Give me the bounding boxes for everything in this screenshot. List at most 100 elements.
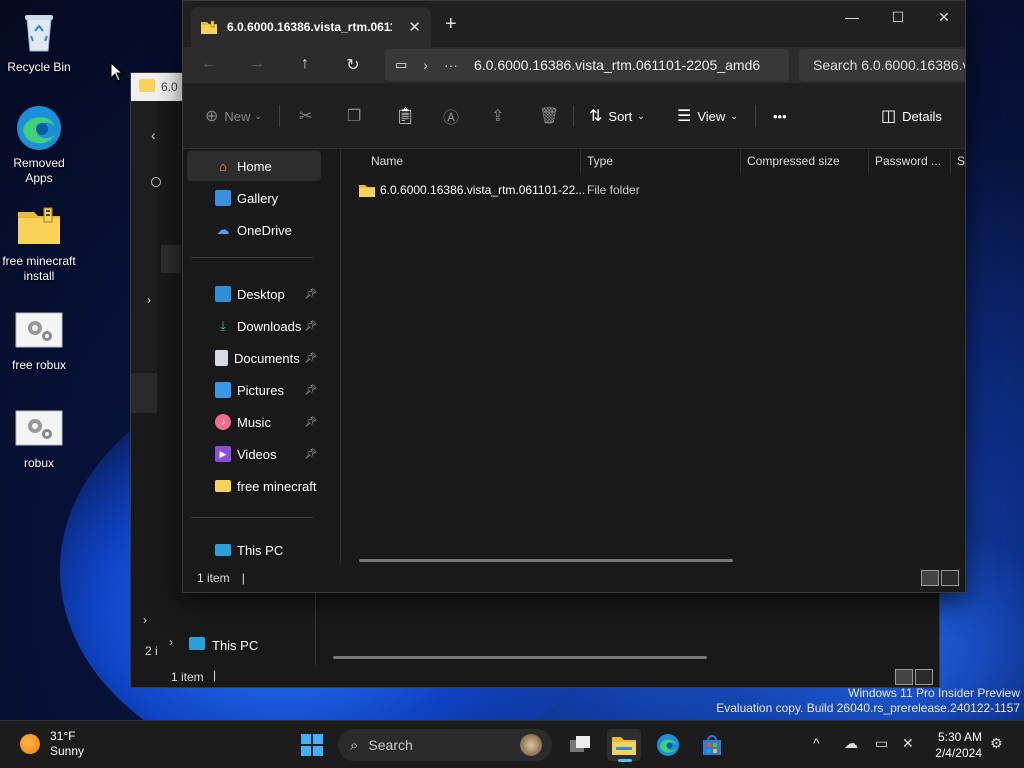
- desktop-icon-robux[interactable]: robux: [1, 404, 77, 471]
- tiles-view-button[interactable]: [941, 570, 959, 586]
- copy-button[interactable]: ❐: [347, 105, 367, 127]
- desktop-icon-free-robux[interactable]: free robux: [1, 306, 77, 373]
- back-arrow-icon[interactable]: ←: [197, 55, 221, 75]
- copy-icon: ❐: [347, 108, 362, 125]
- chevron-right-icon[interactable]: ›: [143, 613, 147, 627]
- new-button[interactable]: ⊕ New ⌄: [205, 105, 262, 127]
- nav-item-downloads[interactable]: ⤓ Downloads 📌︎: [187, 311, 321, 341]
- nav-item-this-pc[interactable]: › This PC: [187, 535, 321, 565]
- music-icon: ♪: [215, 414, 231, 430]
- folder-icon: [139, 79, 155, 92]
- settings-file-icon: [15, 306, 63, 354]
- explorer-window[interactable]: 6.0.6000.16386.vista_rtm.06110 ✕ + — ☐ ✕…: [182, 0, 966, 593]
- chevron-right-icon[interactable]: ›: [169, 635, 173, 649]
- task-view-button[interactable]: [564, 729, 598, 761]
- address-path[interactable]: 6.0.6000.16386.vista_rtm.061101-2205_amd…: [474, 57, 760, 73]
- nav-item-music[interactable]: ♪ Music 📌︎: [187, 407, 321, 437]
- sort-ascending-icon: ⌃: [469, 149, 477, 155]
- pin-icon[interactable]: 📌︎: [304, 385, 317, 396]
- refresh-icon[interactable]: ↻: [341, 55, 365, 75]
- nav-item-home[interactable]: ⌂ Home: [187, 151, 321, 181]
- table-row[interactable]: 6.0.6000.16386.vista_rtm.061101-22... Fi…: [359, 179, 640, 201]
- desktop-icon-recycle-bin[interactable]: Recycle Bin: [1, 8, 77, 75]
- breadcrumb-overflow-icon[interactable]: ···: [444, 57, 458, 73]
- forward-arrow-icon[interactable]: →: [245, 55, 269, 75]
- desktop-icon-free-minecraft-install[interactable]: free minecraft install: [1, 202, 77, 284]
- scissors-icon: ✂: [299, 108, 313, 125]
- start-button[interactable]: [295, 729, 329, 761]
- edge-icon: [657, 734, 679, 756]
- maximize-button[interactable]: ☐: [875, 1, 921, 33]
- tab-current-folder[interactable]: 6.0.6000.16386.vista_rtm.06110 ✕: [191, 7, 431, 47]
- document-icon: [215, 350, 228, 366]
- horizontal-scrollbar[interactable]: [359, 559, 733, 562]
- column-header-type[interactable]: Type: [581, 149, 741, 173]
- paste-button[interactable]: 📋︎: [395, 105, 421, 127]
- pin-icon[interactable]: 📌︎: [304, 353, 317, 364]
- details-view-button[interactable]: [921, 570, 939, 586]
- details-pane-icon: ◫: [881, 108, 897, 125]
- column-header-size[interactable]: Si: [951, 149, 965, 173]
- gallery-icon: [215, 190, 231, 206]
- trash-icon: 🗑︎: [539, 108, 560, 125]
- close-tab-icon[interactable]: ✕: [408, 18, 421, 36]
- nav-item-desktop[interactable]: Desktop 📌︎: [187, 279, 321, 309]
- store-taskbar-button[interactable]: [695, 729, 729, 761]
- nav-item-onedrive[interactable]: › ☁ OneDrive: [187, 215, 321, 245]
- nav-item-pictures[interactable]: Pictures 📌︎: [187, 375, 321, 405]
- pin-icon[interactable]: 📌︎: [304, 321, 317, 332]
- task-view-icon: [570, 736, 590, 752]
- new-tab-button[interactable]: +: [445, 13, 457, 36]
- share-button[interactable]: ⇪: [491, 105, 510, 127]
- address-bar[interactable]: ▭ › ··· 6.0.6000.16386.vista_rtm.061101-…: [385, 49, 789, 81]
- minimize-button[interactable]: —: [829, 1, 875, 33]
- search-input[interactable]: Search 6.0.6000.16386.vis: [799, 49, 965, 81]
- pin-icon[interactable]: 📌︎: [304, 449, 317, 460]
- more-options-button[interactable]: •••: [773, 105, 787, 127]
- file-list: Name ⌃ Type Compressed size Password ...…: [341, 149, 965, 564]
- nav-item-videos[interactable]: ▶ Videos 📌︎: [187, 439, 321, 469]
- home-icon: ⌂: [219, 158, 227, 174]
- clock[interactable]: 5:30 AM 2/4/2024: [930, 729, 982, 761]
- file-explorer-taskbar-button[interactable]: [607, 729, 641, 762]
- taskbar-search[interactable]: ⌕ Search: [338, 729, 552, 761]
- chevron-down-icon: ⌄: [637, 110, 645, 121]
- network-icon[interactable]: ▭: [875, 735, 888, 752]
- edge-taskbar-button[interactable]: [651, 729, 685, 761]
- back-arrow-icon[interactable]: ‹: [151, 127, 156, 143]
- column-header-name[interactable]: Name ⌃: [365, 149, 581, 173]
- volume-muted-icon[interactable]: ✕: [902, 735, 914, 752]
- nav-item-gallery[interactable]: Gallery: [187, 183, 321, 213]
- rename-button[interactable]: Ⓐ: [443, 105, 465, 127]
- notification-icon[interactable]: ⚙: [990, 735, 1003, 752]
- delete-button[interactable]: 🗑︎: [539, 105, 565, 127]
- details-pane-button[interactable]: ◫ Details: [881, 105, 942, 127]
- chevron-right-icon[interactable]: ›: [147, 293, 151, 307]
- details-view-button[interactable]: [895, 669, 913, 685]
- cut-button[interactable]: ✂: [299, 105, 318, 127]
- chevron-up-icon[interactable]: ^: [813, 735, 820, 751]
- column-header-password[interactable]: Password ...: [869, 149, 951, 173]
- desktop-icon-removed-apps[interactable]: Removed Apps: [1, 104, 77, 186]
- up-arrow-icon[interactable]: ↑: [293, 55, 317, 75]
- weather-widget[interactable]: 31°F Sunny: [20, 729, 84, 759]
- view-list-icon: ☰: [677, 108, 692, 125]
- pin-icon[interactable]: 📌︎: [304, 289, 317, 300]
- chevron-right-icon[interactable]: ›: [423, 57, 428, 73]
- rename-icon: Ⓐ: [443, 110, 460, 127]
- horizontal-scrollbar[interactable]: [333, 656, 707, 659]
- refresh-icon[interactable]: [151, 177, 161, 187]
- this-pc-icon: [189, 637, 205, 650]
- nav-item-documents[interactable]: Documents 📌︎: [187, 343, 321, 373]
- nav-item-free-minecraft[interactable]: free minecraft ir: [187, 471, 321, 501]
- view-button[interactable]: ☰ View ⌄: [677, 105, 738, 127]
- titlebar[interactable]: 6.0.6000.16386.vista_rtm.06110 ✕ + — ☐ ✕: [183, 1, 965, 47]
- nav-this-pc-background[interactable]: This PC: [212, 638, 258, 653]
- column-header-compressed-size[interactable]: Compressed size: [741, 149, 869, 173]
- onedrive-offline-icon[interactable]: ☁: [844, 735, 858, 752]
- close-button[interactable]: ✕: [921, 1, 965, 33]
- address-toolbar: ← → ↑ ↻ ▭ › ··· 6.0.6000.16386.vista_rtm…: [183, 47, 965, 83]
- pin-icon[interactable]: 📌︎: [304, 417, 317, 428]
- tiles-view-button[interactable]: [915, 669, 933, 685]
- sort-button[interactable]: ⇅ Sort ⌄: [589, 105, 645, 127]
